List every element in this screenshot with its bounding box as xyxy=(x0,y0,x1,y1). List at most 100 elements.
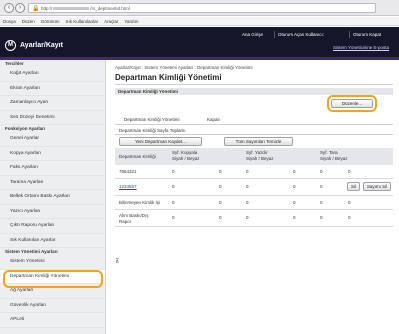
section-header: Departman Kimliği Yönetimi xyxy=(115,88,393,95)
app-header: Ana Girişe Oturum Açan Kullanıcı: Oturum… xyxy=(0,27,399,60)
column-header-copy: Syf. Kopyala xyxy=(172,150,198,155)
sidebar-item-fax-settings[interactable]: Faks Ayarları xyxy=(0,161,105,176)
sidebar-item-timer-settings[interactable]: Zamanlayıcı Ayarı xyxy=(0,96,105,111)
lock-icon: 🔒 xyxy=(32,6,40,12)
forward-icon[interactable]: › xyxy=(15,3,25,13)
table-row: Bilinmeyen Kimlik İşi 0 0 0 0 0 0 xyxy=(115,196,393,210)
print-count: 0 xyxy=(246,169,249,174)
home-link[interactable]: Ana Girişe xyxy=(242,32,263,37)
sidebar-item-security-settings[interactable]: Güvenlik Ayarları xyxy=(0,299,105,313)
table-header: Departman Kimliği Syf. Kopyala Siyah / B… xyxy=(115,148,393,165)
main-content: Ayarlar/Kayıt : Sistem Yönetimi Ayarları… xyxy=(106,60,399,334)
clear-count-button[interactable]: Sayımı Sil xyxy=(363,182,391,191)
url-suffix: /rs_deptmentid.html xyxy=(90,6,130,11)
sidebar-item-volume-control[interactable]: Ses Düzeyi Denetimi xyxy=(0,111,105,125)
print-count-total: 0 xyxy=(293,215,296,220)
print-count: 0 xyxy=(246,200,249,205)
department-id: 7654321 xyxy=(119,169,137,174)
scan-count: 0 xyxy=(320,169,323,174)
menu-view[interactable]: Görünüm xyxy=(41,19,60,24)
copy-count: 0 xyxy=(172,169,175,174)
department-id: Alım Baskı/Dış Rapor xyxy=(119,213,149,224)
copy-count-total: 0 xyxy=(219,215,222,220)
status-label: Departman Kimliği Yönetimi xyxy=(124,117,180,122)
register-department-button[interactable]: Yeni Departman Kaydet... xyxy=(119,137,202,146)
logout-link[interactable]: Oturum Kapat xyxy=(353,32,381,37)
table-row: 7654321 0 0 0 0 0 0 xyxy=(115,165,393,179)
sidebar-item-output-report-settings[interactable]: Çıktı Raporu Ayarları xyxy=(0,219,105,234)
browser-menubar: Dosya Düzen Görünüm Sık Kullanılanlar Ar… xyxy=(0,17,399,26)
header-divider xyxy=(349,31,350,38)
column-header-department-id: Departman Kimliği xyxy=(119,154,156,159)
print-count-total: 0 xyxy=(293,169,296,174)
sidebar-item-copy-settings[interactable]: Kopya Ayarları xyxy=(0,147,105,161)
clear-all-counts-button[interactable]: Tüm Sayımları Temizle xyxy=(224,137,293,146)
copy-count-total: 0 xyxy=(219,184,222,189)
sidebar-item-paper-settings[interactable]: Kağıt Ayarları xyxy=(0,67,105,82)
scroll-to-top-icon[interactable]: ⊼ xyxy=(115,258,119,265)
department-id: Bilinmeyen Kimlik İşi xyxy=(119,200,161,205)
browser-titlebar: ‹ › 🔒 http:// /rs_deptmentid.html xyxy=(0,0,399,16)
sidebar-item-common-settings[interactable]: Genel Ayarlar xyxy=(0,132,105,147)
address-bar[interactable]: 🔒 http:// /rs_deptmentid.html xyxy=(28,3,376,13)
scan-count-total: 0 xyxy=(348,215,351,220)
menu-favorites[interactable]: Sık Kullanılanlar xyxy=(66,19,99,24)
sidebar-heading-system-management: Sistem Yönetimi Ayarları xyxy=(5,249,58,254)
menu-help[interactable]: Yardım xyxy=(124,19,138,24)
logo-icon[interactable]: M xyxy=(5,40,16,51)
sidebar-highlight-ring xyxy=(3,270,103,288)
title-divider xyxy=(115,84,393,85)
sidebar-item-memory-media-print-settings[interactable]: Bellek Ortamı Baskı Ayarları xyxy=(0,190,105,205)
scan-count: 0 xyxy=(320,184,323,189)
sidebar-item-display-settings[interactable]: Ekran Ayarları xyxy=(0,82,105,96)
url-redacted xyxy=(53,7,90,11)
page-title: Departman Kimliği Yönetimi xyxy=(115,73,222,82)
scan-count: 0 xyxy=(320,200,323,205)
logged-in-user-label: Oturum Açan Kullanıcı: xyxy=(278,32,325,37)
column-subheader-scan: Siyah / Beyaz xyxy=(320,156,348,161)
column-header-print: Syf. Yazdır xyxy=(246,150,268,155)
sidebar-heading-function-settings: Fonksiyon Ayarları xyxy=(5,126,46,131)
page-totals-label: Departman Kimliği Sayfa Toplamı xyxy=(119,128,186,133)
copy-count: 0 xyxy=(172,200,175,205)
menu-file[interactable]: Dosya xyxy=(3,19,16,24)
sidebar: Tercihler Kağıt Ayarları Ekran Ayarları … xyxy=(0,60,106,334)
email-admin-link[interactable]: Sistem Yöneticisine E-posta xyxy=(333,45,389,50)
print-count: 0 xyxy=(246,184,249,189)
delete-department-button[interactable]: Sil xyxy=(347,182,360,191)
divider xyxy=(115,124,393,125)
sidebar-item-favorite-settings[interactable]: Sık Kullanılan Ayarlar xyxy=(0,234,105,248)
copy-count: 0 xyxy=(172,184,175,189)
scan-count-total: 0 xyxy=(348,200,351,205)
url-text: http:// /rs_deptmentid.html xyxy=(41,6,130,11)
print-count-total: 0 xyxy=(293,200,296,205)
menu-tools[interactable]: Araçlar xyxy=(104,19,118,24)
menu-edit[interactable]: Düzen xyxy=(22,19,35,24)
status-value: Kapalı xyxy=(207,117,220,122)
copy-count-total: 0 xyxy=(219,200,222,205)
sidebar-item-printer-settings[interactable]: Yazıcı Ayarları xyxy=(0,205,105,219)
table-row: Alım Baskı/Dış Rapor 0 0 0 0 0 0 xyxy=(115,210,393,227)
column-header-scan: Syf. Tara xyxy=(320,150,338,155)
sidebar-item-system-management[interactable]: Sistem Yönetimi xyxy=(0,255,105,270)
sidebar-item-scan-settings[interactable]: Tarama Ayarları xyxy=(0,176,105,190)
print-count: 0 xyxy=(246,215,249,220)
column-subheader-print: Siyah / Beyaz xyxy=(246,156,274,161)
sidebar-item-aplet[interactable]: APLeti xyxy=(0,313,105,328)
back-icon[interactable]: ‹ xyxy=(4,3,14,13)
divider xyxy=(115,134,393,135)
department-id-link[interactable]: 1234567 xyxy=(119,184,137,190)
scan-count-total: 0 xyxy=(348,169,351,174)
column-subheader-copy: Siyah / Beyaz xyxy=(172,156,200,161)
app-title: Ayarlar/Kayıt xyxy=(20,42,63,49)
settings-button-highlight xyxy=(327,95,377,112)
copy-count: 0 xyxy=(172,215,175,220)
table-row: 1234567 0 0 0 0 0 0 Sil Sayımı Sil xyxy=(115,179,393,196)
breadcrumb: Ayarlar/Kayıt : Sistem Yönetimi Ayarları… xyxy=(115,65,253,70)
sidebar-heading-preferences: Tercihler xyxy=(5,61,24,66)
scan-count: 0 xyxy=(320,215,323,220)
header-divider xyxy=(274,31,275,38)
url-prefix: http:// xyxy=(41,6,53,11)
print-count-total: 0 xyxy=(293,184,296,189)
copy-count-total: 0 xyxy=(219,169,222,174)
